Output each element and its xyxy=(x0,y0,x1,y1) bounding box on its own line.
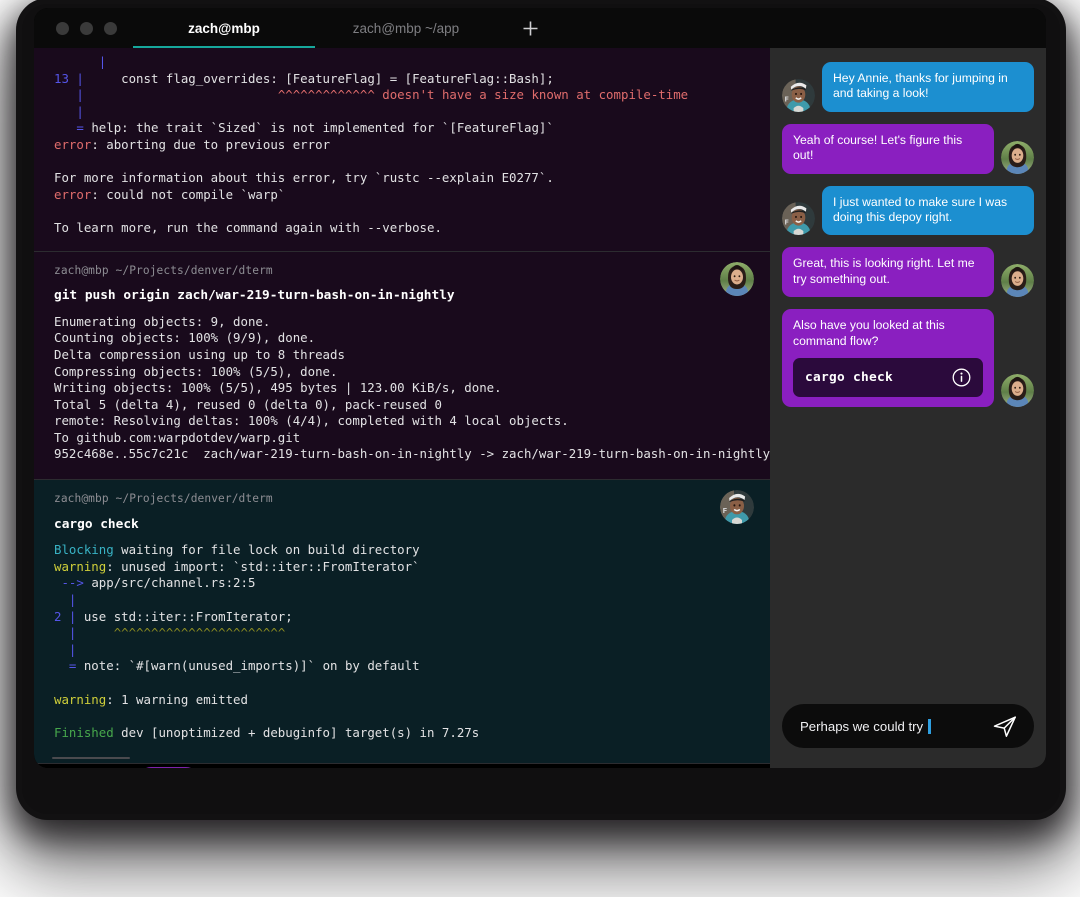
chat-bubble: I just wanted to make sure I was doing t… xyxy=(822,186,1034,236)
avatar-zach: F xyxy=(720,490,754,524)
avatar-annie xyxy=(1001,374,1034,407)
svg-text:F: F xyxy=(784,219,789,227)
block-command: cargo check xyxy=(54,517,748,534)
chat-message: F I just wanted to make sure I was doing… xyxy=(782,186,1034,236)
block-output: | 13 | const flag_overrides: [FeatureFla… xyxy=(54,54,748,237)
chat-bubble: Great, this is looking right. Let me try… xyxy=(782,247,994,297)
plus-icon xyxy=(522,20,539,37)
chat-bubble: Yeah of course! Let's figure this out! xyxy=(782,124,994,174)
window-body: | 13 | const flag_overrides: [FeatureFla… xyxy=(34,48,1046,768)
avatar-annie xyxy=(1001,141,1034,174)
chat-panel: F Hey Annie, thanks for jumping in and t… xyxy=(770,48,1046,768)
screenshot-root: zach@mbp zach@mbp ~/app | 13 | const fl xyxy=(0,0,1080,897)
terminal-block-git-push[interactable]: zach@mbp ~/Projects/denver/dterm git pus… xyxy=(34,252,770,480)
terminal-window: zach@mbp zach@mbp ~/app | 13 | const fl xyxy=(34,8,1046,768)
command-chip[interactable]: cargo check xyxy=(793,358,983,397)
terminal-block-compiler-error[interactable]: | 13 | const flag_overrides: [FeatureFla… xyxy=(34,48,770,251)
close-button[interactable] xyxy=(56,22,69,35)
block-output: Enumerating objects: 9, done. Counting o… xyxy=(54,314,748,463)
chat-input[interactable]: Perhaps we could try xyxy=(800,719,982,734)
tab-zach-mbp[interactable]: zach@mbp xyxy=(133,8,315,48)
collaborator-cursor-label: Annie xyxy=(138,767,199,768)
chat-composer[interactable]: Perhaps we could try xyxy=(782,704,1034,748)
chat-message: F Hey Annie, thanks for jumping in and t… xyxy=(782,62,1034,112)
terminal-block-cargo-check[interactable]: F zach@mbp ~/Projects/denver/dterm cargo… xyxy=(34,480,770,763)
avatar-zach: F xyxy=(782,79,815,112)
tab-label: zach@mbp xyxy=(188,21,260,36)
avatar-annie xyxy=(720,262,754,296)
terminal-scrollbar[interactable] xyxy=(52,757,130,759)
avatar-annie xyxy=(1001,264,1034,297)
command-chip-text: cargo check xyxy=(805,370,893,385)
terminal-pane[interactable]: | 13 | const flag_overrides: [FeatureFla… xyxy=(34,48,770,768)
send-button[interactable] xyxy=(992,713,1018,739)
chat-message: Yeah of course! Let's figure this out! xyxy=(782,124,1034,174)
new-tab-button[interactable] xyxy=(507,8,553,48)
chat-composer-area: Perhaps we could try xyxy=(782,690,1034,768)
chat-input-value: Perhaps we could try xyxy=(800,719,923,734)
avatar-zach: F xyxy=(782,202,815,235)
text-cursor xyxy=(928,719,931,734)
chat-message-list: F Hey Annie, thanks for jumping in and t… xyxy=(782,62,1034,690)
maximize-button[interactable] xyxy=(104,22,117,35)
chat-bubble: Hey Annie, thanks for jumping in and tak… xyxy=(822,62,1034,112)
info-icon[interactable] xyxy=(952,368,971,387)
window-controls xyxy=(34,8,133,48)
block-command: git push origin zach/war-219-turn-bash-o… xyxy=(54,288,748,305)
chat-bubble-text: Also have you looked at this command flo… xyxy=(793,318,983,349)
block-path: zach@mbp ~/Projects/denver/dterm xyxy=(54,491,748,508)
tab-bar: zach@mbp zach@mbp ~/app xyxy=(34,8,1046,48)
block-output: Blocking waiting for file lock on build … xyxy=(54,542,748,741)
chat-message: Great, this is looking right. Let me try… xyxy=(782,247,1034,297)
send-icon xyxy=(992,713,1018,739)
tab-label: zach@mbp ~/app xyxy=(353,21,459,36)
block-path: zach@mbp ~/Projects/denver/dterm xyxy=(54,263,748,280)
chat-message: Also have you looked at this command flo… xyxy=(782,309,1034,407)
svg-text:F: F xyxy=(723,507,728,515)
tab-zach-mbp-app[interactable]: zach@mbp ~/app xyxy=(315,8,497,48)
terminal-block-input[interactable]: Annie zach@mbp ~/Projects/denver/dterm c… xyxy=(34,764,770,768)
minimize-button[interactable] xyxy=(80,22,93,35)
chat-bubble-with-command: Also have you looked at this command flo… xyxy=(782,309,994,407)
svg-text:F: F xyxy=(784,95,789,103)
